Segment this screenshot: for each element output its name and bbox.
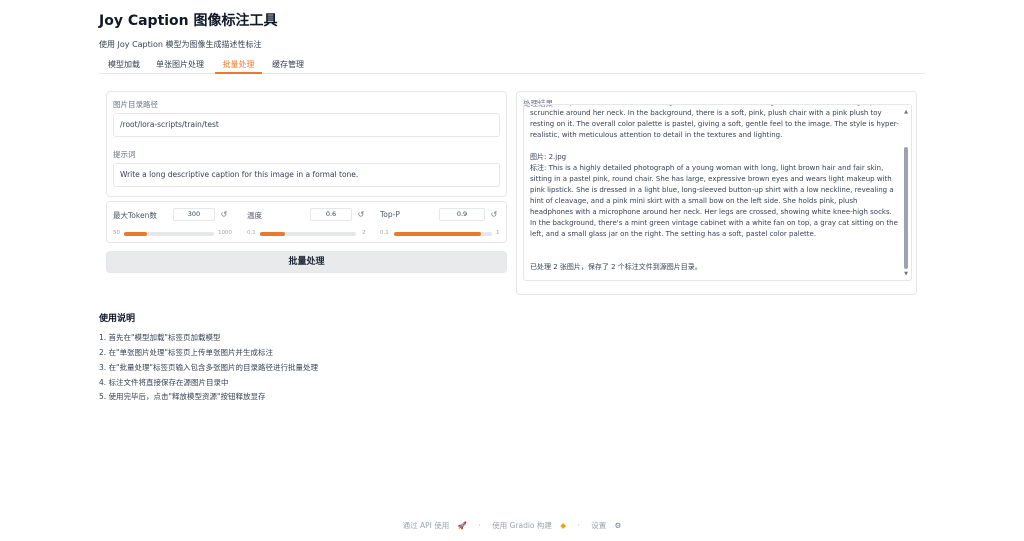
scrollbar-thumb[interactable]	[904, 147, 908, 269]
scroll-down-icon[interactable]: ▼	[904, 271, 908, 277]
footer-gradio-link[interactable]: 使用 Gradio 构建 ◆	[489, 521, 569, 530]
max-tokens-fill	[124, 232, 148, 236]
temperature-max: 2	[362, 230, 366, 236]
footer-built-text: 使用 Gradio 构建	[492, 521, 552, 530]
help-title: 使用说明	[99, 314, 136, 324]
help-item: 2. 在"单张图片处理"标签页上传单张图片并生成标注	[99, 348, 273, 357]
temperature-label: 温度	[247, 211, 262, 220]
tab-bar: 模型加载 单张图片处理 批量处理 缓存管理	[99, 56, 925, 74]
result-paragraph-1: shoulder top that reveals a white underg…	[530, 105, 899, 139]
tab-single-image[interactable]: 单张图片处理	[154, 56, 206, 74]
help-item: 4. 标注文件将直接保存在源图片目录中	[99, 378, 229, 387]
dir-label: 图片目录路径	[113, 100, 158, 109]
footer-settings-text: 设置	[591, 521, 607, 530]
footer-api-link[interactable]: 通过 API 使用 🚀	[400, 521, 470, 530]
max-tokens-label: 最大Token数	[113, 211, 157, 220]
prompt-input[interactable]: Write a long descriptive caption for thi…	[113, 163, 500, 187]
gradio-logo-icon: ◆	[560, 521, 567, 530]
page-subtitle: 使用 Joy Caption 模型为图像生成描述性标注	[99, 40, 262, 49]
sliders-panel: 最大Token数 300 ↺ 50 1000 温度 0.6 ↺ 0.1 2 To…	[106, 201, 507, 243]
result-file-line: 图片: 2.jpg	[530, 153, 567, 161]
top-p-fill	[394, 232, 482, 236]
footer-separator: ·	[577, 521, 580, 530]
page-title: Joy Caption 图像标注工具	[99, 13, 278, 29]
footer: 通过 API 使用 🚀 · 使用 Gradio 构建 ◆ · 设置 ⚙	[0, 520, 1024, 531]
rocket-icon: 🚀	[457, 521, 468, 530]
top-p-value[interactable]: 0.9	[439, 208, 485, 221]
help-item: 3. 在"批量处理"标签页输入包含多张图片的目录路径进行批量处理	[99, 363, 318, 372]
top-p-max: 1	[496, 230, 500, 236]
help-item: 1. 首先在"模型加载"标签页加载模型	[99, 333, 221, 342]
result-content: shoulder top that reveals a white underg…	[530, 105, 900, 273]
top-p-label: Top-P	[380, 210, 400, 219]
dir-input[interactable]: /root/lora-scripts/train/test	[113, 113, 500, 137]
tab-batch-process[interactable]: 批量处理	[215, 56, 262, 74]
result-panel: 处理结果 shoulder top that reveals a white u…	[516, 91, 917, 295]
max-tokens-value[interactable]: 300	[173, 208, 215, 221]
top-p-track[interactable]	[394, 232, 492, 236]
prompt-label: 提示词	[113, 150, 136, 159]
result-caption-2: 标注: This is a highly detailed photograph…	[530, 164, 898, 238]
temperature-value[interactable]: 0.6	[310, 208, 352, 221]
footer-api-text: 通过 API 使用	[402, 521, 450, 530]
max-tokens-track[interactable]	[124, 232, 214, 236]
help-item: 5. 使用完毕后，点击"释放模型资源"按钮释放显存	[99, 392, 266, 401]
input-panel: 图片目录路径 /root/lora-scripts/train/test 提示词…	[106, 91, 507, 197]
temperature-min: 0.1	[247, 230, 256, 236]
reset-icon[interactable]: ↺	[219, 208, 229, 221]
max-tokens-min: 50	[113, 230, 120, 236]
reset-icon[interactable]: ↺	[356, 208, 366, 221]
temperature-track[interactable]	[260, 232, 356, 236]
gear-icon: ⚙	[614, 521, 622, 530]
result-textarea[interactable]: shoulder top that reveals a white underg…	[523, 104, 912, 281]
scroll-up-icon[interactable]: ▲	[904, 109, 908, 115]
result-summary: 已处理 2 张图片，保存了 2 个标注文件到源图片目录。	[530, 263, 702, 271]
max-tokens-max: 1000	[218, 230, 232, 236]
tab-model-load[interactable]: 模型加载	[105, 56, 143, 74]
reset-icon[interactable]: ↺	[489, 208, 499, 221]
tab-cache-manage[interactable]: 缓存管理	[269, 56, 307, 74]
batch-process-button[interactable]: 批量处理	[106, 251, 507, 273]
temperature-fill	[260, 232, 285, 236]
footer-separator: ·	[478, 521, 481, 530]
top-p-min: 0.1	[380, 230, 389, 236]
footer-settings-link[interactable]: 设置 ⚙	[588, 521, 624, 530]
